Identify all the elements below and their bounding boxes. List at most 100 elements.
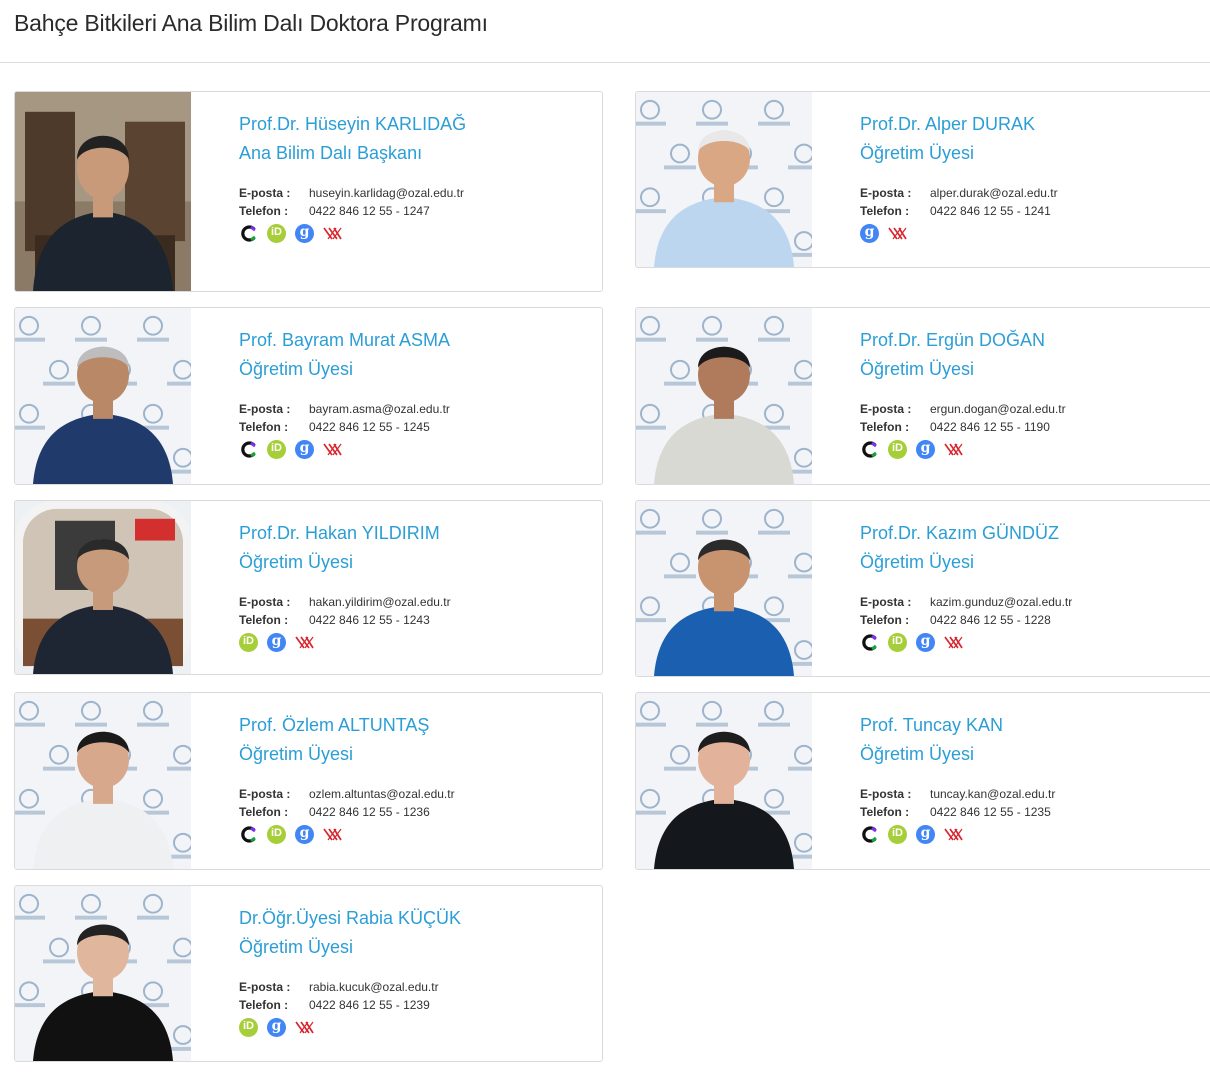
staff-card: Prof. Tuncay KAN Öğretim Üyesi E-posta :… [635, 692, 1210, 870]
staff-photo [15, 92, 191, 291]
email-value: ozlem.altuntas@ozal.edu.tr [309, 787, 455, 801]
phone-row: Telefon : 0422 846 12 55 - 1235 [860, 803, 1210, 821]
staff-name-link[interactable]: Prof. Tuncay KAN [860, 711, 1210, 740]
email-value: ergun.dogan@ozal.edu.tr [930, 402, 1066, 416]
phone-value: 0422 846 12 55 - 1241 [930, 204, 1051, 218]
google-scholar-icon[interactable]: g [267, 1017, 286, 1037]
scopus-icon[interactable] [239, 440, 258, 459]
staff-name-link[interactable]: Prof.Dr. Ergün DOĞAN [860, 326, 1210, 355]
email-label: E-posta : [860, 186, 912, 200]
staff-title: Ana Bilim Dalı Başkanı [239, 143, 423, 163]
email-row: E-posta : alper.durak@ozal.edu.tr [860, 184, 1210, 202]
yoksis-icon[interactable] [323, 440, 342, 459]
orcid-icon-text: iD [892, 826, 903, 839]
orcid-icon[interactable]: iD [888, 824, 907, 844]
scopus-icon[interactable] [239, 224, 258, 243]
academic-links: iD g [239, 1017, 594, 1037]
google-scholar-icon[interactable]: g [295, 223, 314, 243]
staff-name-link[interactable]: Prof.Dr. Hakan YILDIRIM [239, 519, 594, 548]
staff-photo [636, 92, 812, 267]
phone-label: Telefon : [239, 420, 289, 434]
contact-details: E-posta : ergun.dogan@ozal.edu.tr Telefo… [860, 400, 1210, 436]
staff-title: Öğretim Üyesi [239, 937, 354, 957]
staff-info: Prof. Tuncay KAN Öğretim Üyesi E-posta :… [860, 711, 1210, 844]
email-label: E-posta : [239, 595, 291, 609]
email-value: bayram.asma@ozal.edu.tr [309, 402, 450, 416]
email-label: E-posta : [860, 787, 912, 801]
scopus-icon[interactable] [860, 440, 879, 459]
google-scholar-icon[interactable]: g [916, 824, 935, 844]
email-label: E-posta : [239, 186, 291, 200]
phone-label: Telefon : [239, 805, 289, 819]
email-value: kazim.gunduz@ozal.edu.tr [930, 595, 1073, 609]
staff-photo [15, 501, 191, 674]
orcid-icon[interactable]: iD [888, 439, 907, 459]
email-value: tuncay.kan@ozal.edu.tr [930, 787, 1056, 801]
email-value: rabia.kucuk@ozal.edu.tr [309, 980, 439, 994]
phone-row: Telefon : 0422 846 12 55 - 1247 [239, 202, 594, 220]
academic-links: iD g [239, 632, 594, 652]
yoksis-icon[interactable] [944, 633, 963, 652]
orcid-icon[interactable]: iD [267, 824, 286, 844]
orcid-icon-text: iD [892, 634, 903, 647]
scopus-icon[interactable] [860, 825, 879, 844]
orcid-icon[interactable]: iD [239, 1017, 258, 1037]
google-scholar-icon[interactable]: g [860, 223, 879, 243]
google-scholar-icon[interactable]: g [295, 439, 314, 459]
yoksis-icon[interactable] [888, 224, 907, 243]
scholar-icon-text: g [920, 824, 931, 841]
google-scholar-icon[interactable]: g [916, 632, 935, 652]
scholar-icon-text: g [920, 439, 931, 456]
staff-name-link[interactable]: Dr.Öğr.Üyesi Rabia KÜÇÜK [239, 904, 594, 933]
academic-links: g [860, 223, 1210, 243]
yoksis-icon[interactable] [295, 633, 314, 652]
google-scholar-icon[interactable]: g [916, 439, 935, 459]
staff-name-link[interactable]: Prof.Dr. Alper DURAK [860, 110, 1210, 139]
phone-value: 0422 846 12 55 - 1236 [309, 805, 430, 819]
google-scholar-icon[interactable]: g [295, 824, 314, 844]
email-label: E-posta : [239, 980, 291, 994]
staff-name-link[interactable]: Prof.Dr. Hüseyin KARLIDAĞ [239, 110, 594, 139]
orcid-icon[interactable]: iD [239, 632, 258, 652]
academic-links: iD g [860, 824, 1210, 844]
email-row: E-posta : bayram.asma@ozal.edu.tr [239, 400, 594, 418]
scholar-icon-text: g [271, 1017, 282, 1034]
orcid-icon[interactable]: iD [888, 632, 907, 652]
orcid-icon-text: iD [243, 634, 254, 647]
yoksis-icon[interactable] [944, 440, 963, 459]
yoksis-icon[interactable] [295, 1018, 314, 1037]
orcid-icon[interactable]: iD [267, 223, 286, 243]
contact-details: E-posta : kazim.gunduz@ozal.edu.tr Telef… [860, 593, 1210, 629]
yoksis-icon[interactable] [323, 825, 342, 844]
phone-value: 0422 846 12 55 - 1228 [930, 613, 1051, 627]
orcid-icon[interactable]: iD [267, 439, 286, 459]
contact-details: E-posta : bayram.asma@ozal.edu.tr Telefo… [239, 400, 594, 436]
contact-details: E-posta : huseyin.karlidag@ozal.edu.tr T… [239, 184, 594, 220]
staff-name-link[interactable]: Prof. Özlem ALTUNTAŞ [239, 711, 594, 740]
scholar-icon-text: g [920, 632, 931, 649]
phone-row: Telefon : 0422 846 12 55 - 1228 [860, 611, 1210, 629]
phone-value: 0422 846 12 55 - 1245 [309, 420, 430, 434]
scopus-icon[interactable] [239, 825, 258, 844]
orcid-icon-text: iD [271, 441, 282, 454]
google-scholar-icon[interactable]: g [267, 632, 286, 652]
staff-name-link[interactable]: Prof.Dr. Kazım GÜNDÜZ [860, 519, 1210, 548]
scholar-icon-text: g [299, 824, 310, 841]
phone-row: Telefon : 0422 846 12 55 - 1245 [239, 418, 594, 436]
yoksis-icon[interactable] [323, 224, 342, 243]
page-title: Bahçe Bitkileri Ana Bilim Dalı Doktora P… [14, 10, 488, 36]
scopus-icon[interactable] [860, 633, 879, 652]
staff-name-link[interactable]: Prof. Bayram Murat ASMA [239, 326, 594, 355]
staff-info: Prof.Dr. Hakan YILDIRIM Öğretim Üyesi E-… [239, 519, 594, 652]
phone-value: 0422 846 12 55 - 1239 [309, 998, 430, 1012]
orcid-icon-text: iD [243, 1019, 254, 1032]
orcid-icon-text: iD [892, 441, 903, 454]
staff-title: Öğretim Üyesi [239, 744, 354, 764]
yoksis-icon[interactable] [944, 825, 963, 844]
title-divider [0, 62, 1210, 63]
phone-value: 0422 846 12 55 - 1243 [309, 613, 430, 627]
orcid-icon-text: iD [271, 826, 282, 839]
staff-title: Öğretim Üyesi [860, 744, 975, 764]
scholar-icon-text: g [299, 439, 310, 456]
staff-card: Dr.Öğr.Üyesi Rabia KÜÇÜK Öğretim Üyesi E… [14, 885, 603, 1062]
